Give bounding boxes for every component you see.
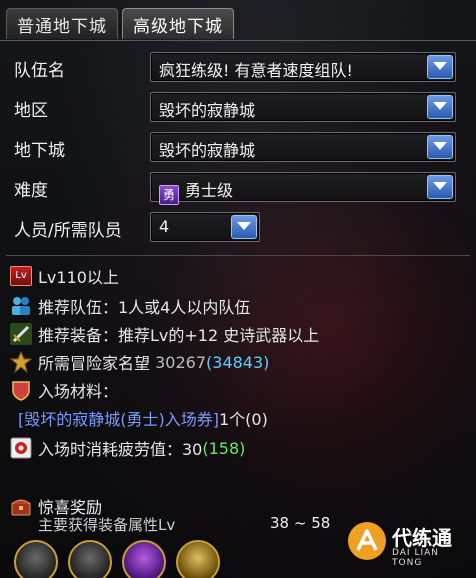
dungeon-value: 毁坏的寂静城 bbox=[159, 141, 256, 160]
warrior-badge-icon: 勇 bbox=[159, 185, 179, 205]
chevron-down-icon bbox=[433, 182, 447, 190]
members-select[interactable]: 4 bbox=[150, 212, 260, 242]
team-name-select[interactable]: 疯狂练级! 有意者速度组队! bbox=[150, 52, 456, 82]
dailiantong-watermark: 代练通 DAI LIAN TONG bbox=[348, 518, 468, 570]
fatigue-cost: 入场时消耗疲劳值：30 (158) bbox=[10, 436, 245, 460]
chevron-down-icon bbox=[433, 62, 447, 70]
entry-ticket-name[interactable]: [毁坏的寂静城(勇士)入场券] bbox=[18, 406, 219, 430]
reward-item-row bbox=[14, 540, 220, 578]
watermark-sub: DAI LIAN TONG bbox=[392, 548, 440, 568]
difficulty-value: 勇士级 bbox=[185, 181, 234, 200]
tab-normal-dungeon[interactable]: 普通地下城 bbox=[6, 8, 118, 39]
region-label: 地区 bbox=[14, 101, 48, 121]
reward-item-slot[interactable] bbox=[122, 540, 166, 578]
watermark-name: 代练通 bbox=[392, 526, 452, 550]
reward-level-range: 38 ~ 58 bbox=[270, 514, 331, 532]
team-name-dropdown-button[interactable] bbox=[427, 55, 453, 79]
members-row: 人员/所需队员 4 bbox=[0, 212, 476, 242]
region-dropdown-button[interactable] bbox=[427, 95, 453, 119]
reward-item-slot[interactable] bbox=[176, 540, 220, 578]
reputation-extra: (34843) bbox=[206, 352, 270, 372]
fatigue-text: 入场时消耗疲劳值：30 bbox=[38, 440, 203, 459]
dungeon-select[interactable]: 毁坏的寂静城 bbox=[150, 132, 456, 162]
chevron-down-icon bbox=[433, 142, 447, 150]
dailiantong-logo-icon bbox=[348, 522, 386, 560]
reputation-value: 30267 bbox=[155, 352, 207, 372]
difficulty-select[interactable]: 勇勇士级 bbox=[150, 172, 456, 205]
level-requirement: Lv Lv110以上 bbox=[10, 264, 119, 288]
dungeon-dropdown-button[interactable] bbox=[427, 135, 453, 159]
tab-divider bbox=[0, 40, 476, 41]
reward-item-slot[interactable] bbox=[68, 540, 112, 578]
recommended-gear-text: 推荐装备：推荐Lv的+12 史诗武器以上 bbox=[38, 326, 320, 345]
section-divider bbox=[6, 255, 470, 256]
reward-item-slot[interactable] bbox=[14, 540, 58, 578]
entry-ticket: [毁坏的寂静城(勇士)入场券] 1个(0) bbox=[18, 406, 268, 430]
region-row: 地区 毁坏的寂静城 bbox=[0, 92, 476, 122]
dungeon-row: 地下城 毁坏的寂静城 bbox=[0, 132, 476, 162]
dungeon-tabs: 普通地下城 高级地下城 bbox=[6, 8, 234, 40]
shield-icon bbox=[10, 379, 32, 401]
tab-advanced-dungeon[interactable]: 高级地下城 bbox=[122, 8, 234, 39]
dungeon-party-panel: { "tabs": [ {"label": "普通地下城", "active":… bbox=[0, 0, 476, 578]
team-name-value: 疯狂练级! 有意者速度组队! bbox=[159, 61, 353, 80]
entry-ticket-count: 1个(0) bbox=[218, 410, 268, 429]
reputation-icon bbox=[9, 350, 33, 374]
recommended-team-text: 推荐队伍：1人或4人以内队伍 bbox=[38, 298, 251, 317]
fatigue-icon bbox=[10, 437, 32, 459]
members-dropdown-button[interactable] bbox=[231, 215, 257, 239]
difficulty-dropdown-button[interactable] bbox=[427, 175, 453, 199]
chest-icon bbox=[10, 495, 32, 517]
difficulty-label: 难度 bbox=[14, 181, 48, 201]
difficulty-row: 难度 勇勇士级 bbox=[0, 172, 476, 205]
chevron-down-icon bbox=[433, 102, 447, 110]
members-label: 人员/所需队员 bbox=[14, 221, 122, 241]
recommended-team: 推荐队伍：1人或4人以内队伍 bbox=[10, 294, 250, 318]
entry-material-text: 入场材料： bbox=[38, 382, 119, 401]
team-icon bbox=[10, 295, 32, 317]
recommended-gear: 推荐装备：推荐Lv的+12 史诗武器以上 bbox=[10, 322, 319, 346]
region-select[interactable]: 毁坏的寂静城 bbox=[150, 92, 456, 122]
level-badge-icon: Lv bbox=[10, 266, 32, 286]
sword-icon bbox=[10, 323, 32, 345]
team-name-row: 队伍名 疯狂练级! 有意者速度组队! bbox=[0, 52, 476, 82]
region-value: 毁坏的寂静城 bbox=[159, 101, 256, 120]
level-requirement-text: Lv110以上 bbox=[38, 268, 119, 287]
chevron-down-icon bbox=[237, 222, 251, 230]
dungeon-label: 地下城 bbox=[14, 141, 65, 161]
reward-subtitle: 主要获得装备属性Lv bbox=[38, 516, 176, 534]
reputation-requirement: 所需冒险家名望 30267 (34843) bbox=[9, 350, 270, 374]
members-value: 4 bbox=[159, 217, 170, 236]
reputation-label: 所需冒险家名望 bbox=[38, 354, 151, 373]
fatigue-extra: (158) bbox=[202, 438, 246, 458]
difficulty-value-wrap: 勇勇士级 bbox=[159, 177, 233, 205]
team-name-label: 队伍名 bbox=[14, 61, 65, 81]
entry-material: 入场材料： bbox=[10, 378, 118, 402]
